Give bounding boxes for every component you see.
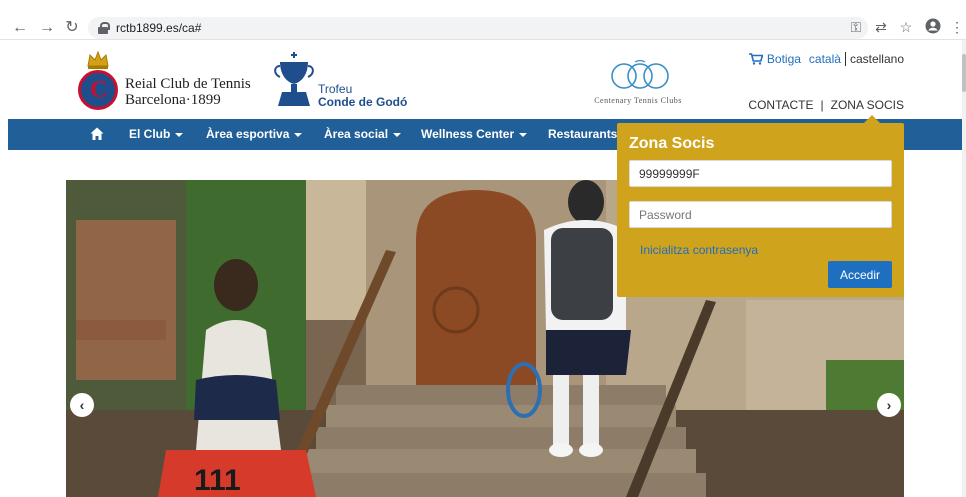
centenary-logo[interactable]: Centenary Tennis Clubs <box>578 58 698 108</box>
translate-icon[interactable]: ⇄ <box>872 18 890 36</box>
forward-arrow-icon[interactable]: → <box>37 18 57 38</box>
scrollbar-track[interactable] <box>962 40 966 497</box>
account-icon[interactable] <box>924 18 942 36</box>
reset-password-link[interactable]: Inicialitza contrasenya <box>640 243 758 257</box>
nav-item-restaurants[interactable]: Restaurants <box>548 119 617 150</box>
reload-icon[interactable]: ↻ <box>62 18 82 38</box>
login-submit-button[interactable]: Accedir <box>828 261 892 288</box>
club-logo[interactable]: Reial Club de Tennis Barcelona·1899 <box>78 50 278 114</box>
club-crest-icon <box>78 70 118 110</box>
cart-icon[interactable] <box>748 53 763 65</box>
url-text[interactable]: rctb1899.es/ca# <box>116 21 201 35</box>
shop-link[interactable]: Botiga <box>767 52 801 66</box>
home-icon[interactable] <box>90 127 104 141</box>
nav-item-area-esportiva[interactable]: Àrea esportiva <box>206 119 303 150</box>
login-panel: Zona Socis Inicialitza contrasenya Acced… <box>617 123 904 297</box>
trophy-icon <box>274 52 314 106</box>
logo-line-2: Barcelona·1899 <box>125 92 221 108</box>
centenary-text: Centenary Tennis Clubs <box>594 96 682 105</box>
caret-down-icon <box>175 132 184 137</box>
bag-print: 111 <box>194 464 241 497</box>
login-title: Zona Socis <box>629 135 715 152</box>
password-input[interactable] <box>629 201 892 228</box>
lang-es-link[interactable]: castellano <box>850 52 904 66</box>
crown-icon <box>87 50 109 69</box>
contact-links: CONTACTE | ZONA SOCIS <box>748 98 904 112</box>
carousel-next-button[interactable]: › <box>877 393 901 417</box>
centenary-rings-icon <box>611 60 669 89</box>
back-arrow-icon[interactable]: ← <box>10 18 30 38</box>
contact-separator: | <box>820 98 824 112</box>
chevron-right-icon: › <box>886 397 892 413</box>
lock-icon <box>98 22 110 34</box>
carousel-prev-button[interactable]: ‹ <box>70 393 94 417</box>
login-pointer <box>864 115 880 123</box>
top-links: Botiga català castellano <box>748 52 904 66</box>
nav-item-wellness-center[interactable]: Wellness Center <box>421 119 528 150</box>
lang-separator <box>844 52 846 66</box>
caret-down-icon <box>393 132 402 137</box>
menu-dots-icon[interactable]: ⋮ <box>948 18 966 36</box>
nav-item-area-social[interactable]: Àrea social <box>324 119 402 150</box>
caret-down-icon <box>294 132 303 137</box>
address-bar[interactable]: rctb1899.es/ca# <box>88 17 868 39</box>
scrollbar-thumb[interactable] <box>962 54 966 92</box>
nav-item-el-club[interactable]: El Club <box>129 119 184 150</box>
key-icon[interactable]: ⚿ <box>847 18 865 36</box>
contact-link[interactable]: CONTACTE <box>748 98 813 112</box>
caret-down-icon <box>519 132 528 137</box>
trofeu-line-2: Conde de Godó <box>318 95 408 109</box>
member-id-input[interactable] <box>629 160 892 187</box>
chevron-left-icon: ‹ <box>79 397 85 413</box>
site-header: Reial Club de Tennis Barcelona·1899 Trof… <box>0 40 966 119</box>
logo-line-1: Reial Club de Tennis <box>125 76 251 92</box>
lang-ca-link[interactable]: català <box>809 52 841 66</box>
browser-toolbar: ← → ↻ rctb1899.es/ca# ⚿ ⇄ ☆ ⋮ <box>0 0 966 40</box>
trofeu-logo[interactable]: Trofeu Conde de Godó <box>318 83 407 109</box>
star-icon[interactable]: ☆ <box>897 18 915 36</box>
zona-socis-link[interactable]: ZONA SOCIS <box>831 98 904 112</box>
